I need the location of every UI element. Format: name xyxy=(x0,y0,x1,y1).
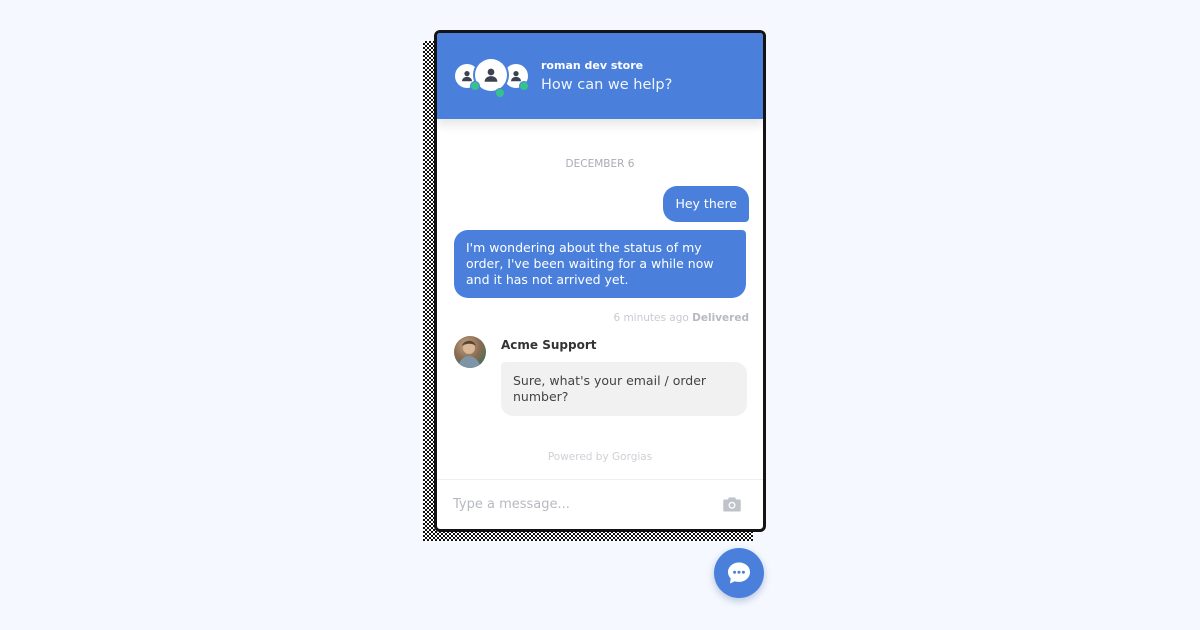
powered-by: Powered by Gorgias xyxy=(547,451,653,463)
online-dot-icon xyxy=(470,81,480,91)
chat-header: roman dev store How can we help? xyxy=(437,33,763,119)
composer-divider xyxy=(437,479,763,480)
user-message-bubble: I'm wondering about the status of my ord… xyxy=(454,230,746,298)
attachment-button[interactable] xyxy=(722,495,742,513)
chat-bubble-icon xyxy=(728,562,750,584)
user-icon xyxy=(484,68,498,82)
team-avatars xyxy=(454,59,534,98)
agent-name: Acme Support xyxy=(501,338,597,352)
agent-message-bubble: Sure, what's your email / order number? xyxy=(501,362,747,416)
online-dot-icon xyxy=(495,88,505,98)
message-time: 6 minutes ago xyxy=(613,312,689,324)
delivery-status: Delivered xyxy=(692,312,749,324)
agent-photo xyxy=(458,340,481,368)
header-subtitle: How can we help? xyxy=(541,77,673,93)
store-name: roman dev store xyxy=(541,59,644,72)
message-input[interactable] xyxy=(453,497,693,512)
chat-widget: roman dev store How can we help? DECEMBE… xyxy=(434,30,766,532)
camera-icon xyxy=(723,497,741,512)
chat-launcher-button[interactable] xyxy=(714,548,764,598)
agent-avatar xyxy=(454,336,486,368)
message-meta: 6 minutes ago Delivered xyxy=(613,312,749,324)
date-separator: DECEMBER 6 xyxy=(565,158,635,170)
online-dot-icon xyxy=(519,81,529,91)
user-message-bubble: Hey there xyxy=(663,186,749,222)
